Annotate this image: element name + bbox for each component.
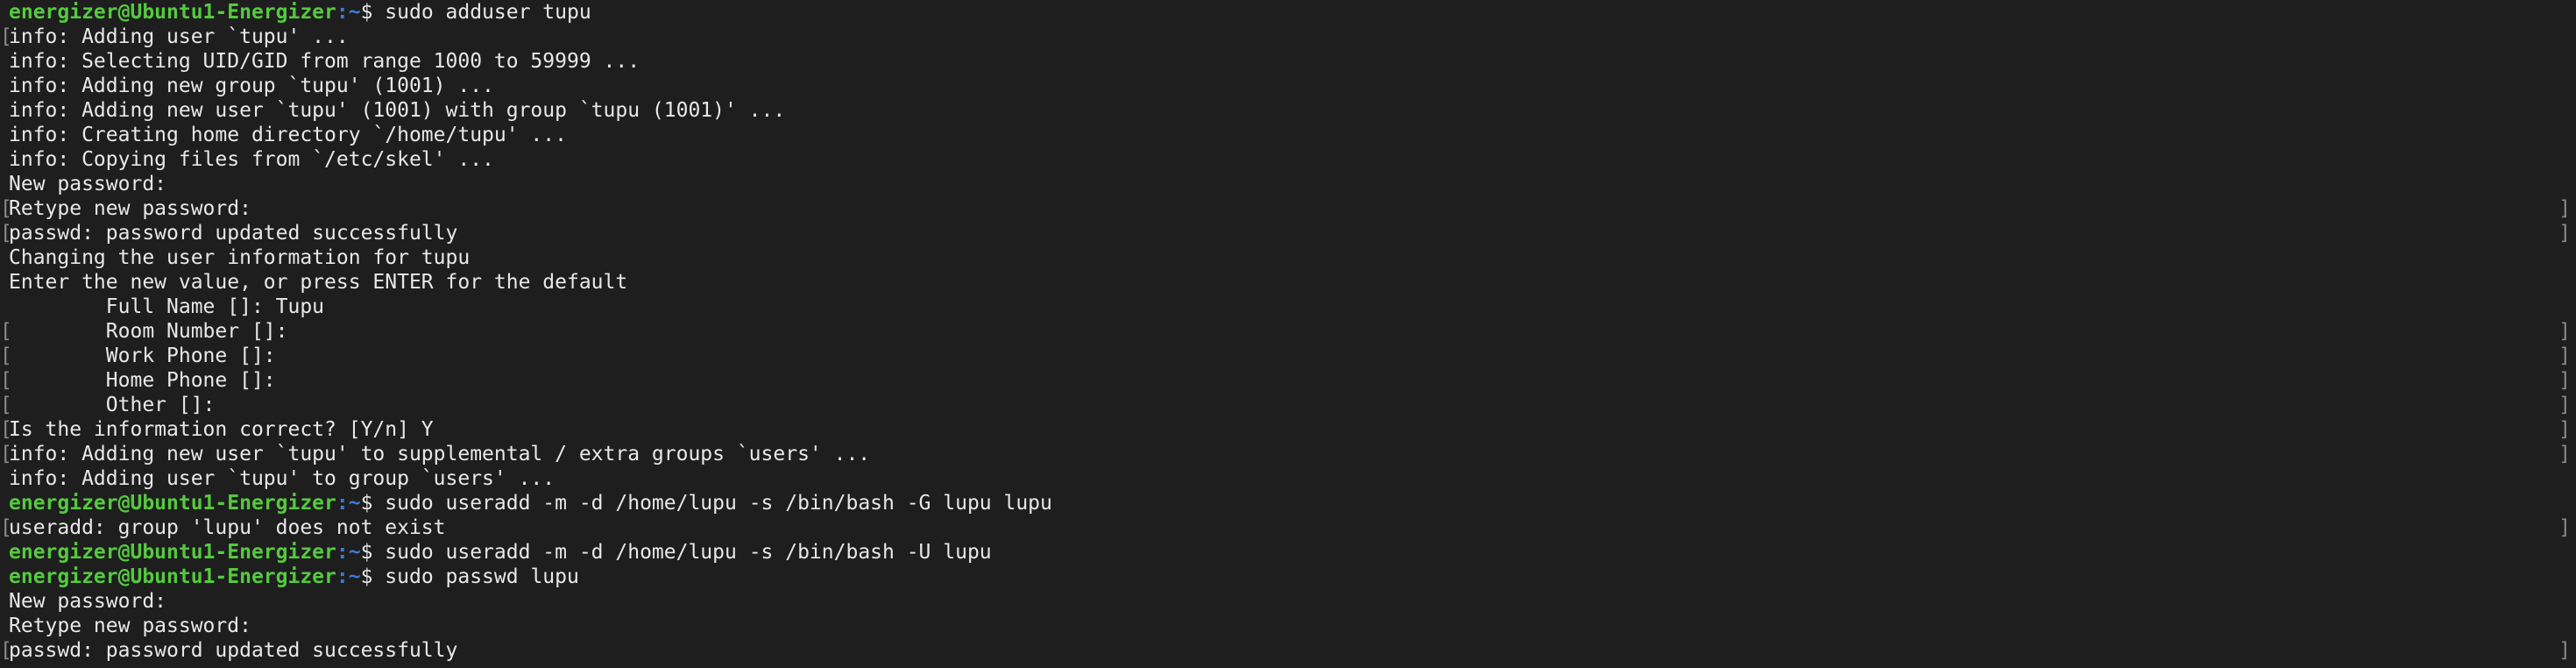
line-marker-left: [ (0, 320, 12, 343)
prompt-sign: $ (360, 492, 386, 515)
output-text: New password: (9, 590, 167, 613)
output-text: info: Adding new user `tupu' to suppleme… (9, 443, 871, 465)
output-line: info: Adding user `tupu' to group `users… (0, 466, 2576, 491)
output-text: info: Adding new user `tupu' (1001) with… (9, 99, 786, 122)
line-marker-right: ] (2558, 320, 2571, 343)
line-marker-right: ] (2558, 443, 2571, 465)
line-marker-right: ] (2558, 418, 2571, 441)
prompt-path: :~ (336, 541, 361, 564)
output-line: [ Other []:] (0, 393, 2576, 417)
output-text: info: Adding new group `tupu' (1001) ... (9, 75, 494, 97)
output-line: [passwd: password updated successfully] (0, 221, 2576, 245)
prompt-user-host: energizer@Ubuntu1-Energizer (9, 565, 336, 588)
command-text: sudo passwd lupu (385, 565, 579, 588)
command-line: energizer@Ubuntu1-Energizer:~$ sudo addu… (0, 0, 2576, 25)
terminal-output: energizer@Ubuntu1-Energizer:~$ sudo addu… (0, 0, 2576, 663)
output-line: [passwd: password updated successfully] (0, 638, 2576, 663)
output-text: Room Number []: (9, 320, 288, 343)
output-text: info: Selecting UID/GID from range 1000 … (9, 50, 640, 73)
output-text: Enter the new value, or press ENTER for … (9, 271, 628, 294)
command-text: sudo adduser tupu (385, 1, 591, 24)
line-marker-right: ] (2558, 345, 2571, 367)
output-line: [info: Adding user `tupu' ... (0, 25, 2576, 49)
output-text: info: Adding user `tupu' ... (9, 25, 349, 48)
output-line: info: Adding new group `tupu' (1001) ... (0, 74, 2576, 98)
output-text: passwd: password updated successfully (9, 222, 458, 245)
command-line: energizer@Ubuntu1-Energizer:~$ sudo pass… (0, 565, 2576, 589)
line-marker-right: ] (2558, 394, 2571, 416)
output-text: Full Name []: Tupu (9, 295, 325, 318)
prompt-sign: $ (360, 541, 386, 564)
command-line: energizer@Ubuntu1-Energizer:~$ sudo user… (0, 540, 2576, 565)
command-text: sudo useradd -m -d /home/lupu -s /bin/ba… (385, 492, 1052, 515)
output-line: [Is the information correct? [Y/n] Y] (0, 417, 2576, 442)
prompt-path: :~ (336, 1, 361, 24)
output-text: Work Phone []: (9, 345, 276, 367)
output-text: info: Adding user `tupu' to group `users… (9, 467, 556, 490)
output-text: New password: (9, 173, 167, 195)
command-line: energizer@Ubuntu1-Energizer:~$ sudo user… (0, 491, 2576, 515)
line-marker-left: [ (0, 25, 12, 48)
output-line: [useradd: group 'lupu' does not exist] (0, 515, 2576, 540)
line-marker-left: [ (0, 345, 12, 367)
output-text: Retype new password: (9, 197, 251, 220)
output-text: Home Phone []: (9, 369, 276, 392)
output-text: info: Creating home directory `/home/tup… (9, 124, 567, 146)
output-text: Is the information correct? [Y/n] Y (9, 418, 434, 441)
line-marker-left: [ (0, 516, 12, 539)
output-line: Changing the user information for tupu (0, 245, 2576, 270)
line-marker-right: ] (2558, 222, 2571, 245)
output-text: info: Copying files from `/etc/skel' ... (9, 148, 494, 171)
output-line: Enter the new value, or press ENTER for … (0, 270, 2576, 295)
output-line: [ Home Phone []:] (0, 368, 2576, 393)
line-marker-left: [ (0, 394, 12, 416)
output-line: info: Creating home directory `/home/tup… (0, 123, 2576, 147)
output-text: Other []: (9, 394, 216, 416)
output-line: [ Room Number []:] (0, 319, 2576, 344)
line-marker-left: [ (0, 197, 12, 220)
line-marker-left: [ (0, 222, 12, 245)
line-marker-left: [ (0, 369, 12, 392)
prompt-sign: $ (360, 565, 386, 588)
output-line: info: Copying files from `/etc/skel' ... (0, 147, 2576, 172)
output-line: [ Work Phone []:] (0, 344, 2576, 368)
line-marker-right: ] (2558, 197, 2571, 220)
prompt-user-host: energizer@Ubuntu1-Energizer (9, 1, 336, 24)
output-line: info: Adding new user `tupu' (1001) with… (0, 98, 2576, 123)
output-line: Retype new password: (0, 614, 2576, 638)
prompt-path: :~ (336, 565, 361, 588)
output-text: Retype new password: (9, 615, 251, 637)
line-marker-right: ] (2558, 639, 2571, 662)
line-marker-left: [ (0, 443, 12, 465)
prompt-sign: $ (360, 1, 386, 24)
line-marker-right: ] (2558, 369, 2571, 392)
output-text: useradd: group 'lupu' does not exist (9, 516, 446, 539)
output-line: info: Selecting UID/GID from range 1000 … (0, 49, 2576, 74)
prompt-user-host: energizer@Ubuntu1-Energizer (9, 541, 336, 564)
output-line: Full Name []: Tupu (0, 295, 2576, 319)
output-line: New password: (0, 589, 2576, 614)
command-text: sudo useradd -m -d /home/lupu -s /bin/ba… (385, 541, 992, 564)
prompt-path: :~ (336, 492, 361, 515)
output-line: New password: (0, 172, 2576, 196)
output-text: Changing the user information for tupu (9, 246, 471, 269)
output-line: [Retype new password:] (0, 196, 2576, 221)
terminal-window[interactable]: energizer@Ubuntu1-Energizer:~$ sudo addu… (0, 0, 2576, 668)
output-line: [info: Adding new user `tupu' to supplem… (0, 442, 2576, 466)
line-marker-left: [ (0, 418, 12, 441)
output-text: passwd: password updated successfully (9, 639, 458, 662)
line-marker-right: ] (2558, 516, 2571, 539)
line-marker-left: [ (0, 639, 12, 662)
prompt-user-host: energizer@Ubuntu1-Energizer (9, 492, 336, 515)
